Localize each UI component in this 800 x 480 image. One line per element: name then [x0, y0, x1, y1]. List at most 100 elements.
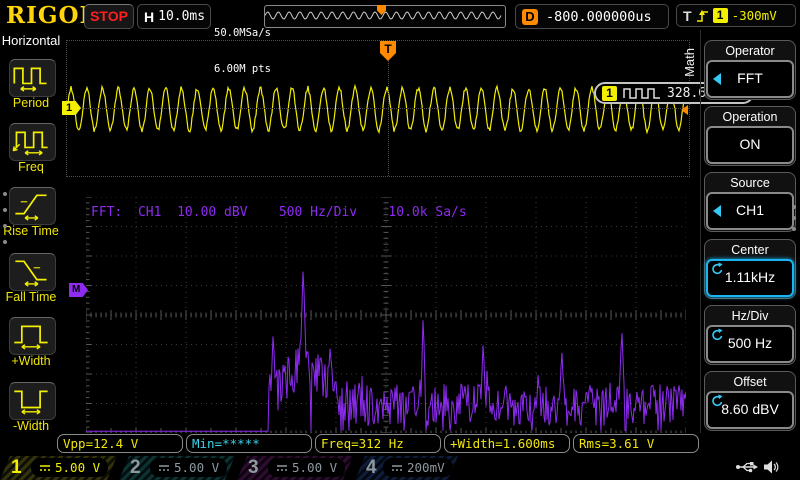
- menu-item-source[interactable]: Source CH1: [704, 172, 796, 232]
- hzdiv-label: Hz/Div: [706, 307, 794, 325]
- rise-time-button[interactable]: [9, 187, 56, 225]
- usb-icon: [735, 460, 759, 474]
- time-domain-panel: T 1 328.601 Hz: [66, 40, 690, 177]
- offset-value-text: 8.60 dBV: [721, 401, 779, 417]
- channel-4-status[interactable]: 4 200mV: [355, 456, 458, 480]
- measure-pwidth: +Width=1.600ms: [444, 434, 570, 453]
- delay-box[interactable]: D -800.000000us: [515, 4, 669, 29]
- source-value-text: CH1: [736, 202, 764, 218]
- period-button[interactable]: [9, 59, 56, 97]
- hzdiv-value-text: 500 Hz: [728, 335, 772, 351]
- timebase-label: H: [144, 9, 154, 25]
- fall-time-label: Fall Time: [0, 290, 62, 304]
- menu-item-offset[interactable]: Offset 8.60 dBV: [704, 371, 796, 431]
- operator-label: Operator: [706, 42, 794, 60]
- channel-3-status[interactable]: 3 5.00 V: [237, 456, 353, 480]
- operator-value-text: FFT: [737, 70, 763, 86]
- menu-item-hzdiv[interactable]: Hz/Div 500 Hz: [704, 305, 796, 365]
- operation-value-text: ON: [740, 136, 761, 152]
- operation-value[interactable]: ON: [706, 126, 794, 164]
- channel-2-number: 2: [130, 457, 141, 479]
- trigger-level-arrow[interactable]: [681, 105, 688, 115]
- menu-item-center[interactable]: Center 1.11kHz: [704, 239, 796, 299]
- menu-dot: [792, 205, 796, 209]
- page-dot: [3, 240, 7, 244]
- run-stop-status[interactable]: STOP: [84, 4, 134, 29]
- trigger-label: T: [683, 8, 692, 24]
- channel-2-status[interactable]: 2 5.00 V: [119, 456, 235, 480]
- freq-button[interactable]: [9, 123, 56, 161]
- source-value[interactable]: CH1: [706, 192, 794, 230]
- page-dot: [3, 208, 7, 212]
- counter-channel-badge: 1: [602, 86, 617, 101]
- rotate-knob-icon: [710, 262, 724, 276]
- operator-value[interactable]: FFT: [706, 60, 794, 98]
- pos-width-icon: [10, 318, 53, 352]
- page-dot: [3, 192, 7, 196]
- rotate-knob-icon: [710, 394, 724, 408]
- center-value[interactable]: 1.11kHz: [706, 259, 794, 297]
- center-horizontal-gridline: [67, 108, 689, 109]
- menu-item-operator[interactable]: Operator FFT: [704, 40, 796, 100]
- trigger-edge-icon: [696, 8, 709, 24]
- menu-dot: [792, 227, 796, 231]
- trigger-level-value: -300mV: [732, 8, 777, 23]
- menu-item-operation[interactable]: Operation ON: [704, 106, 796, 166]
- measure-min: Min=*****: [186, 434, 312, 453]
- oscilloscope-screen: RIGOL STOP H 10.0ms 50.0MSa/s 6.00M pts …: [0, 0, 800, 480]
- page-dot: [3, 224, 7, 228]
- fft-header: FFT: CH1 10.00 dBV 500 Hz/Div 10.0k Sa/s: [91, 205, 467, 220]
- pos-width-button[interactable]: [9, 317, 56, 355]
- delay-value: -800.000000us: [546, 9, 652, 25]
- channel-3-scale: 5.00 V: [292, 460, 337, 475]
- period-icon: [10, 60, 53, 94]
- neg-width-icon: [10, 383, 53, 417]
- pos-width-label: +Width: [0, 354, 62, 368]
- fft-trace: [86, 197, 686, 433]
- rotate-knob-icon: [710, 328, 724, 342]
- channel-1-scale: 5.00 V: [55, 460, 100, 475]
- coupling-icon: [39, 463, 51, 473]
- timebase-box[interactable]: H 10.0ms: [137, 4, 211, 29]
- fall-time-icon: [10, 254, 53, 288]
- left-arrow-icon: [713, 205, 721, 217]
- coupling-icon: [391, 463, 403, 473]
- hzdiv-value[interactable]: 500 Hz: [706, 325, 794, 363]
- math-tab-label: Math: [682, 48, 697, 77]
- fall-time-button[interactable]: [9, 253, 56, 291]
- rise-time-label: Rise Time: [0, 224, 62, 238]
- channel-4-number: 4: [366, 457, 377, 479]
- coupling-icon: [158, 463, 170, 473]
- offset-label: Offset: [706, 373, 794, 391]
- center-label: Center: [706, 241, 794, 259]
- channel-3-number: 3: [248, 457, 259, 479]
- trigger-box[interactable]: T 1 -300mV: [676, 4, 796, 27]
- freq-icon: [10, 124, 53, 158]
- left-menu-title: Horizontal: [0, 33, 62, 48]
- menu-dot: [792, 216, 796, 220]
- sample-rate: 50.0MSa/s: [214, 27, 271, 39]
- timebase-value: 10.0ms: [158, 9, 205, 24]
- menu-divider: [700, 30, 701, 433]
- channel-1-status[interactable]: 1 5.00 V: [0, 456, 117, 480]
- freq-label: Freq: [0, 160, 62, 174]
- channel-2-scale: 5.00 V: [174, 460, 219, 475]
- coupling-icon: [276, 463, 288, 473]
- neg-width-button[interactable]: [9, 382, 56, 420]
- measure-rms: Rms=3.61 V: [573, 434, 699, 453]
- fft-panel: FFT: CH1 10.00 dBV 500 Hz/Div 10.0k Sa/s…: [86, 197, 686, 433]
- center-value-text: 1.11kHz: [725, 269, 775, 285]
- trigger-source-badge: 1: [713, 8, 728, 23]
- waveform-preview-strip: [264, 5, 506, 28]
- measure-freq: Freq=312 Hz: [315, 434, 441, 453]
- channel-1-number: 1: [11, 457, 22, 479]
- offset-value[interactable]: 8.60 dBV: [706, 391, 794, 429]
- neg-width-label: -Width: [0, 419, 62, 433]
- measure-vpp: Vpp=12.4 V: [57, 434, 183, 453]
- delay-badge: D: [522, 9, 538, 25]
- operation-label: Operation: [706, 108, 794, 126]
- source-label: Source: [706, 174, 794, 192]
- left-arrow-icon: [713, 73, 721, 85]
- rise-time-icon: [10, 188, 53, 222]
- period-label: Period: [0, 96, 62, 110]
